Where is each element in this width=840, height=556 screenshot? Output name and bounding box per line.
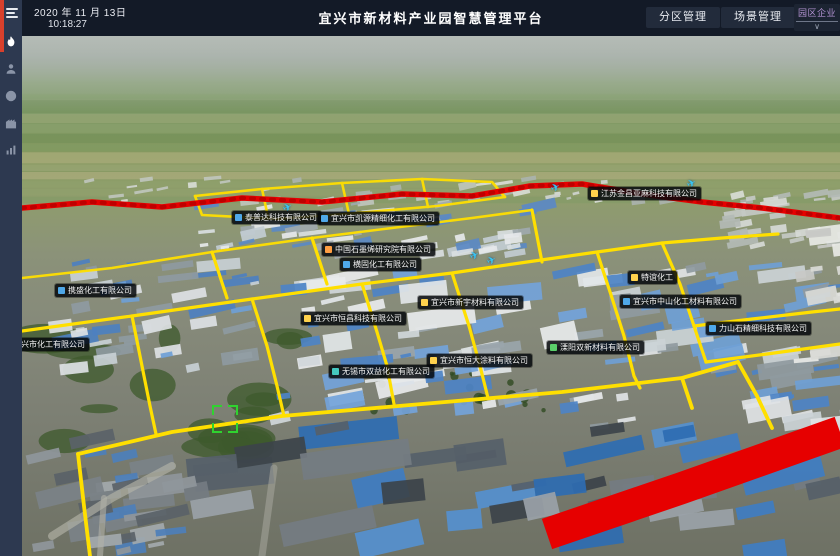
company-name: 泰普达科技有限公司 bbox=[245, 212, 317, 223]
factory-icon bbox=[5, 117, 17, 129]
zone-management-button[interactable]: 分区管理 bbox=[646, 7, 720, 28]
sidebar-item-enterprises[interactable] bbox=[0, 109, 22, 136]
company-name: 中国石墨烯研究院有限公司 bbox=[335, 244, 431, 255]
company-marker-icon bbox=[321, 215, 328, 222]
company-label[interactable]: 特谊化工 bbox=[628, 271, 677, 284]
company-name: 兴市化工有限公司 bbox=[22, 339, 85, 350]
sidebar-item-statistics[interactable] bbox=[0, 136, 22, 163]
company-label[interactable]: 宜兴市新宇材料有限公司 bbox=[418, 296, 523, 309]
company-marker-icon bbox=[591, 190, 598, 197]
chevron-down-icon: ∨ bbox=[794, 22, 840, 32]
company-name: 无锡市双益化工有限公司 bbox=[342, 366, 430, 377]
company-label[interactable]: 泰普达科技有限公司 bbox=[232, 211, 321, 224]
company-name: 横固化工有限公司 bbox=[353, 259, 417, 270]
company-label[interactable]: 宜兴市中山化工材料有限公司 bbox=[620, 295, 741, 308]
company-label[interactable]: 江苏金昌亚麻科技有限公司 bbox=[588, 187, 701, 200]
company-marker-icon bbox=[430, 357, 437, 364]
company-label[interactable]: 力山石精细科技有限公司 bbox=[706, 322, 811, 335]
date-display: 2020 年 11 月 13日 bbox=[34, 4, 126, 19]
company-marker-icon bbox=[550, 344, 557, 351]
company-name: 宜兴市中山化工材料有限公司 bbox=[633, 296, 737, 307]
sidebar-item-alerts[interactable] bbox=[0, 28, 22, 55]
company-marker-icon bbox=[343, 261, 350, 268]
company-label[interactable]: 兴市化工有限公司 bbox=[22, 338, 89, 351]
company-marker-icon bbox=[58, 287, 65, 294]
company-name: 携盛化工有限公司 bbox=[68, 285, 132, 296]
company-marker-icon bbox=[709, 325, 716, 332]
time-display: 10:18:27 bbox=[48, 19, 87, 30]
globe-icon bbox=[5, 90, 17, 102]
person-icon bbox=[5, 63, 17, 75]
dropdown-label: 园区企业 bbox=[796, 4, 838, 22]
company-marker-icon bbox=[325, 246, 332, 253]
company-marker-icon bbox=[332, 368, 339, 375]
menu-icon[interactable] bbox=[6, 8, 18, 18]
company-label[interactable]: 携盛化工有限公司 bbox=[55, 284, 136, 297]
company-marker-icon bbox=[304, 315, 311, 322]
company-label[interactable]: 宜兴市凯源精细化工有限公司 bbox=[318, 212, 439, 225]
company-name: 宜兴市恒昌科技有限公司 bbox=[314, 313, 402, 324]
company-label[interactable]: 无锡市双益化工有限公司 bbox=[329, 365, 434, 378]
company-marker-icon bbox=[235, 214, 242, 221]
bar-chart-icon bbox=[5, 144, 17, 156]
park-enterprises-dropdown[interactable]: 园区企业 ∨ bbox=[794, 4, 840, 31]
company-label[interactable]: 横固化工有限公司 bbox=[340, 258, 421, 271]
sidebar bbox=[0, 0, 22, 556]
selection-brackets bbox=[212, 405, 238, 433]
sidebar-item-monitor[interactable] bbox=[0, 82, 22, 109]
company-label[interactable]: 宜兴市恒大涂料有限公司 bbox=[427, 354, 532, 367]
company-name: 宜兴市凯源精细化工有限公司 bbox=[331, 213, 435, 224]
company-name: 江苏金昌亚麻科技有限公司 bbox=[601, 188, 697, 199]
flame-icon bbox=[5, 36, 17, 48]
company-label[interactable]: 宜兴市恒昌科技有限公司 bbox=[301, 312, 406, 325]
sidebar-item-personnel[interactable] bbox=[0, 55, 22, 82]
header: 2020 年 11 月 13日 10:18:27 宜兴市新材料产业园智慧管理平台… bbox=[22, 0, 840, 36]
company-label[interactable]: 溧阳双新材料有限公司 bbox=[547, 341, 644, 354]
company-name: 力山石精细科技有限公司 bbox=[719, 323, 807, 334]
company-name: 宜兴市新宇材料有限公司 bbox=[431, 297, 519, 308]
company-marker-icon bbox=[623, 298, 630, 305]
company-marker-icon bbox=[421, 299, 428, 306]
smart-park-platform: 2020 年 11 月 13日 10:18:27 宜兴市新材料产业园智慧管理平台… bbox=[0, 0, 840, 556]
scene-management-button[interactable]: 场景管理 bbox=[721, 7, 795, 28]
company-label[interactable]: 中国石墨烯研究院有限公司 bbox=[322, 243, 435, 256]
page-title: 宜兴市新材料产业园智慧管理平台 bbox=[318, 8, 543, 27]
company-name: 宜兴市恒大涂料有限公司 bbox=[440, 355, 528, 366]
company-name: 溧阳双新材料有限公司 bbox=[560, 342, 640, 353]
company-name: 特谊化工 bbox=[641, 272, 673, 283]
map-3d-view[interactable]: 泰普达科技有限公司 宜兴市凯源精细化工有限公司 江苏金昌亚麻科技有限公司 中国石… bbox=[22, 36, 840, 556]
company-marker-icon bbox=[631, 274, 638, 281]
